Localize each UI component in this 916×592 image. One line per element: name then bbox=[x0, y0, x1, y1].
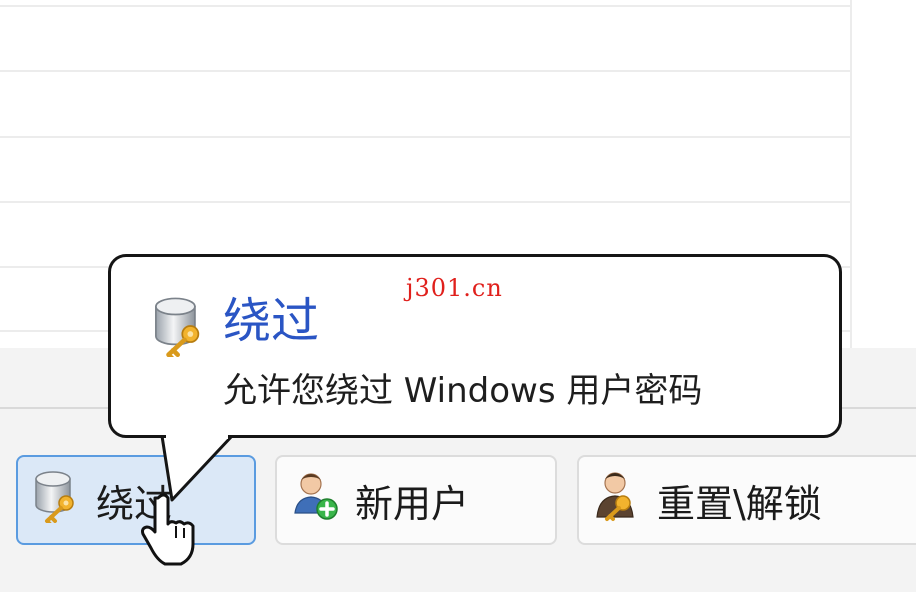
tooltip-tail-joint bbox=[166, 433, 228, 439]
grid-row-line bbox=[0, 5, 852, 7]
add-user-icon bbox=[291, 469, 341, 532]
tooltip-title: 绕过 bbox=[223, 293, 320, 349]
reset-unlock-button-label: 重置\解锁 bbox=[657, 481, 822, 526]
grid-column-line bbox=[850, 0, 852, 348]
new-user-button[interactable]: 新用户 bbox=[275, 455, 557, 545]
grid-row-line bbox=[0, 136, 852, 138]
bypass-button[interactable]: 绕过 bbox=[16, 455, 256, 545]
database-key-icon bbox=[32, 469, 82, 532]
hand-pointer-icon bbox=[140, 490, 210, 574]
database-key-icon bbox=[149, 295, 211, 361]
reset-unlock-button[interactable]: 重置\解锁 bbox=[577, 455, 916, 545]
tooltip-description: 允许您绕过 Windows 用户密码 bbox=[223, 371, 703, 411]
grid-row-line bbox=[0, 201, 852, 203]
grid-row-line bbox=[0, 70, 852, 72]
new-user-button-label: 新用户 bbox=[355, 481, 470, 526]
user-key-icon bbox=[593, 469, 643, 532]
watermark-text: j301.cn bbox=[406, 274, 503, 302]
